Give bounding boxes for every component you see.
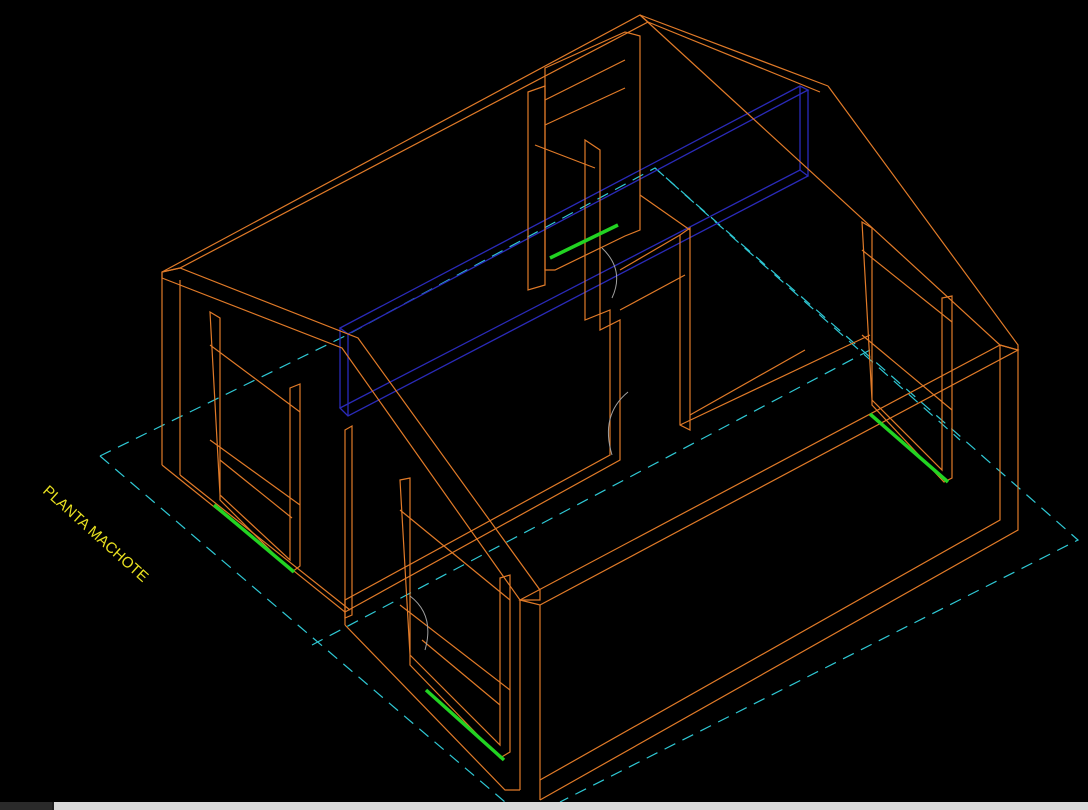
status-bar-left-segment — [0, 802, 52, 810]
center-shelf-3 — [534, 144, 596, 169]
house-walls — [161, 14, 1020, 801]
floor-outline-outer — [99, 167, 1080, 802]
left-wall-base-inner — [179, 474, 351, 611]
rear-roof-edge-2 — [647, 21, 821, 93]
left-window-sill-mid — [209, 439, 301, 506]
beam-upper — [338, 85, 810, 335]
model-space-canvas[interactable]: PLANTA MACHOTE — [0, 0, 1088, 810]
interior-base-2 — [679, 334, 871, 426]
rear-roof-edge — [639, 14, 829, 87]
door-swings — [409, 247, 629, 651]
floor-outline-mid-left — [311, 349, 871, 646]
left-window-sill-top — [209, 344, 301, 413]
isometric-house-drawing[interactable]: PLANTA MACHOTE — [0, 0, 1088, 802]
left-wall-base — [161, 464, 346, 625]
status-bar — [0, 802, 1088, 810]
window-left — [212, 503, 296, 574]
floor-plan-outline — [99, 167, 1080, 802]
right-gable-slope — [539, 85, 1019, 801]
interior-post — [679, 226, 691, 431]
window-right — [868, 412, 950, 484]
center-column-top — [544, 31, 641, 271]
rear-wall-top — [161, 14, 650, 273]
interior-base — [689, 349, 806, 416]
floor-outline-mid-right — [654, 167, 961, 441]
window-center — [549, 223, 619, 260]
door-arc-center — [601, 247, 618, 299]
center-column — [527, 85, 546, 291]
right-gable-slope-inner — [539, 14, 1001, 781]
status-bar-command-line[interactable] — [54, 802, 1088, 810]
front-wall — [518, 344, 1020, 606]
interior-wall-line-2 — [619, 274, 686, 311]
beam-lower — [338, 169, 810, 417]
front-door-post — [344, 424, 353, 619]
interior-wall-line-1 — [619, 234, 681, 271]
window-panes — [212, 223, 950, 762]
interior-upper — [639, 194, 691, 231]
front-window-sill-mid — [399, 604, 511, 691]
planta-label: PLANTA MACHOTE — [39, 482, 151, 585]
front-wall-base — [344, 624, 520, 791]
door-arc-lower — [607, 391, 629, 456]
ridge-beams — [338, 85, 810, 417]
floor-outline-inner — [99, 455, 506, 802]
front-window-sill-top — [399, 509, 511, 601]
left-window-frame — [209, 310, 301, 573]
right-window-sill-top — [861, 249, 953, 323]
interior-partition — [344, 138, 621, 614]
right-window-sill-mid — [861, 334, 953, 411]
left-window-sill-low — [219, 459, 293, 519]
